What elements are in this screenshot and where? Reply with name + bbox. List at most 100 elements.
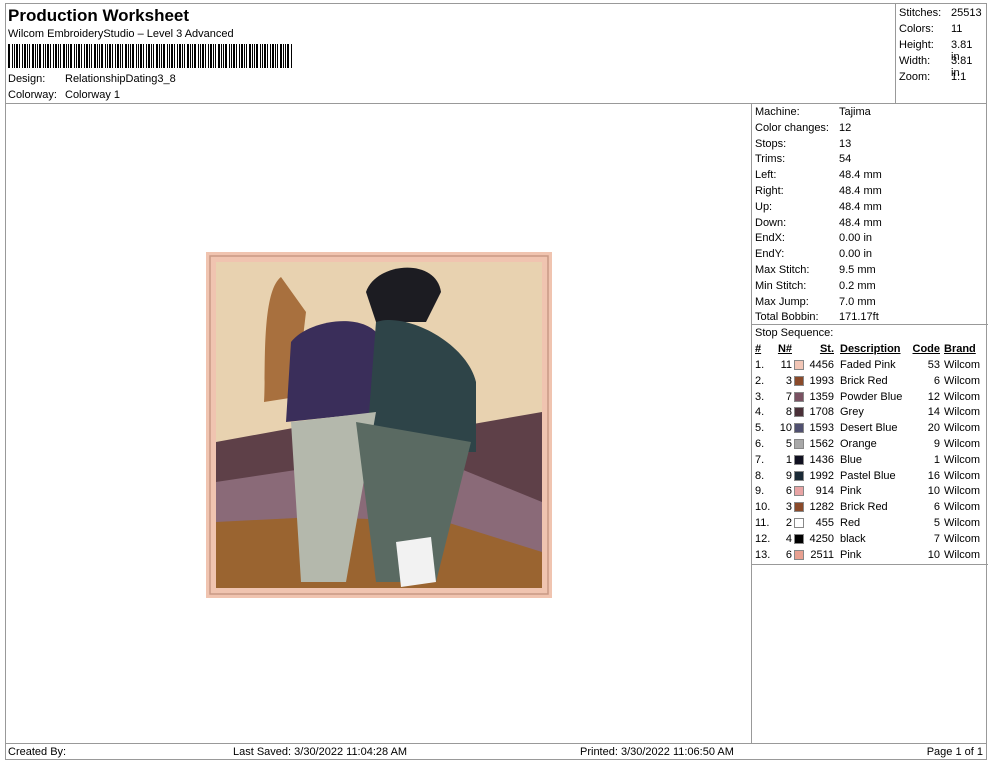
color-swatch xyxy=(794,360,804,370)
thread-code: 20 xyxy=(927,422,940,435)
design-value: RelationshipDating3_8 xyxy=(65,73,176,85)
barcode-bar xyxy=(19,44,20,68)
color-swatch xyxy=(794,470,804,481)
stitch-count: 1359 xyxy=(809,390,834,403)
color-swatch xyxy=(794,375,804,386)
color-description: Pastel Blue xyxy=(840,469,896,482)
color-description: Brick Red xyxy=(840,374,888,387)
barcode-bar xyxy=(151,44,152,68)
barcode-bar xyxy=(132,44,134,68)
info-value: 0.00 in xyxy=(839,232,873,245)
summary-label: Zoom: xyxy=(899,71,931,83)
needle-number: 4 xyxy=(785,532,792,545)
barcode-bar xyxy=(275,44,276,68)
thread-brand: Wilcom xyxy=(944,485,981,498)
barcode-bar xyxy=(208,44,209,68)
barcode-bar xyxy=(105,44,106,68)
barcode-bar xyxy=(128,44,129,68)
barcode-bar xyxy=(138,44,139,68)
color-description: Powder Blue xyxy=(840,390,903,403)
info-value: 48.4 mm xyxy=(839,185,882,197)
thread-code: 10 xyxy=(927,485,940,498)
thread-code: 6 xyxy=(933,374,940,387)
color-description: Faded Pink xyxy=(840,359,896,371)
summary-row: Stitches: 25513 xyxy=(899,7,982,19)
thread-code: 12 xyxy=(927,390,940,403)
barcode-bar xyxy=(174,44,175,68)
barcode-bar xyxy=(55,44,57,68)
stop-sequence-label: Stop Sequence: xyxy=(752,324,988,340)
info-value: 13 xyxy=(839,137,852,150)
barcode-bar xyxy=(74,44,75,68)
thread-brand: Wilcom xyxy=(944,359,981,371)
barcode-bar xyxy=(190,44,191,68)
machine-info-row: EndX: 0.00 in xyxy=(755,232,872,244)
barcode-bar xyxy=(192,44,193,68)
page-title: Production Worksheet xyxy=(8,6,190,25)
barcode-bar xyxy=(229,44,230,68)
thread-code: 6 xyxy=(933,501,940,514)
barcode-bar xyxy=(210,44,212,68)
machine-info-row: Up: 48.4 mm xyxy=(755,201,882,213)
barcode-bar xyxy=(68,44,69,68)
table-row: 13. 6 2511 Pink 10 Wilcom xyxy=(752,547,988,563)
needle-number: 6 xyxy=(785,485,792,498)
color-description: Desert Blue xyxy=(840,422,898,435)
barcode-bar xyxy=(91,44,92,68)
barcode-bar xyxy=(130,44,131,68)
needle-number: 8 xyxy=(785,406,792,419)
software-name: Wilcom EmbroideryStudio – Level 3 Advanc… xyxy=(8,28,234,40)
stitch-count: 1282 xyxy=(809,501,834,514)
table-row: 10. 3 1282 Brick Red 6 Wilcom xyxy=(752,499,988,515)
summary-label: Height: xyxy=(899,39,934,51)
stop-number: 9. xyxy=(755,485,765,498)
barcode-bar xyxy=(89,44,90,68)
column-header: N# xyxy=(777,343,792,355)
barcode-bar xyxy=(12,44,13,68)
summary-label: Colors: xyxy=(899,23,934,35)
barcode-bar xyxy=(202,44,204,68)
barcode-bar xyxy=(223,44,224,68)
stop-number: 2. xyxy=(755,374,765,387)
summary-value: 25513 xyxy=(951,7,982,19)
stop-number: 8. xyxy=(755,469,765,482)
summary-value: 1:1 xyxy=(951,71,967,83)
thread-brand: Wilcom xyxy=(944,390,981,403)
barcode xyxy=(8,44,295,68)
info-label: Right: xyxy=(755,185,784,197)
barcode-bar xyxy=(153,44,154,68)
barcode-bar xyxy=(101,44,103,68)
machine-info-row: Color changes: 12 xyxy=(755,122,851,134)
stitch-count: 1593 xyxy=(809,422,834,435)
table-header: # N# St. Description Code Brand xyxy=(752,341,988,357)
info-label: Trims: xyxy=(755,153,786,166)
stop-number: 4. xyxy=(755,406,765,419)
color-swatch xyxy=(794,502,804,513)
barcode-bar xyxy=(107,44,108,68)
barcode-bar xyxy=(267,44,268,68)
table-row: 2. 3 1993 Brick Red 6 Wilcom xyxy=(752,373,988,389)
color-description: Pink xyxy=(840,485,862,498)
color-swatch xyxy=(794,439,804,449)
thread-code: 9 xyxy=(933,438,940,450)
barcode-bar xyxy=(182,44,183,68)
barcode-bar xyxy=(218,44,220,68)
color-swatch xyxy=(794,407,804,418)
machine-info-row: Max Stitch: 9.5 mm xyxy=(755,264,876,276)
stitch-count: 4250 xyxy=(809,532,834,545)
barcode-bar xyxy=(8,44,10,68)
barcode-bar xyxy=(140,44,142,68)
machine-info-row: Total Bobbin: 171.17ft xyxy=(755,311,879,323)
stitch-count: 1436 xyxy=(809,453,834,466)
stop-sequence-table: # N# St. Description Code Brand 1. 11 4456 Faded … xyxy=(752,341,988,565)
barcode-bar xyxy=(84,44,85,68)
color-description: Pink xyxy=(840,548,862,561)
barcode-bar xyxy=(198,44,199,68)
barcode-bar xyxy=(86,44,88,68)
info-value: Tajima xyxy=(839,106,871,118)
table-row: 5. 10 1593 Desert Blue 20 Wilcom xyxy=(752,420,988,436)
summary-row: Height: 3.81 in xyxy=(899,39,972,63)
thread-brand: Wilcom xyxy=(944,469,981,482)
barcode-bar xyxy=(221,44,222,68)
needle-number: 2 xyxy=(785,517,792,529)
